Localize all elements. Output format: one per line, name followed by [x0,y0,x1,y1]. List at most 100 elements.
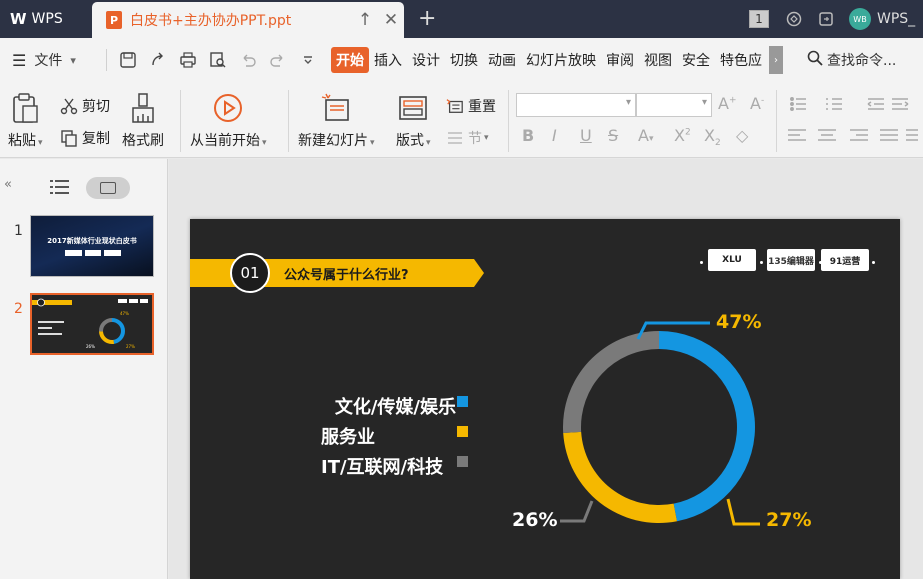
thumbnail-logos [65,250,122,256]
chevron-down-icon: ▾ [38,138,43,148]
print-icon[interactable] [173,48,203,72]
divider [288,90,289,152]
tab-review[interactable]: 审阅 [601,47,639,73]
search-icon [807,50,823,70]
strikethrough-icon[interactable]: S [608,126,618,145]
underline-icon[interactable]: U [580,126,592,145]
slide-thumbnail-1[interactable]: 1 2017新媒体行业现状白皮书 [0,215,160,279]
copy-label: 复制 [82,131,110,147]
tab-animations[interactable]: 动画 [483,47,521,73]
undo-icon[interactable] [233,48,263,72]
new-slide-button[interactable]: 新建幻灯片 ▾ [298,92,375,150]
reset-button[interactable]: 重置 [446,96,496,116]
current-slide[interactable]: 01 公众号属于什么行业? XLU 135编辑器 91运营 文化/传媒/娱乐 服… [190,219,900,579]
wps-home-tab[interactable]: W WPS [0,0,90,38]
bold-icon[interactable]: B [522,126,534,145]
font-color-icon[interactable]: A▾ [638,126,653,145]
tab-security[interactable]: 安全 [677,47,715,73]
title-bar: W WPS P 白皮书+主办协办PPT.ppt ↑ ✕ + 1 WB WPS_ [0,0,923,38]
91-yunying-logo: 91运营 [821,249,869,271]
document-tab[interactable]: P 白皮书+主办协办PPT.ppt ↑ ✕ [92,2,404,38]
layout-label: 版式 [396,133,424,149]
wps-logo-icon: W [10,10,27,28]
legend-swatch-gray [457,456,468,467]
file-menu[interactable]: ☰ 文件 ▾ [0,50,100,70]
divider [106,49,107,71]
paragraph-tools[interactable] [788,96,918,148]
divider [180,90,181,152]
layout-button[interactable]: 版式 ▾ [396,92,431,150]
legend-label-it: IT/互联网/科技 [321,453,443,479]
slides-panel-header: « [0,159,167,207]
customize-toolbar-icon[interactable] [293,48,323,72]
font-family-select[interactable] [516,93,636,117]
divider [508,90,509,152]
play-icon [212,92,244,124]
reset-icon [446,97,464,115]
tab-view[interactable]: 视图 [639,47,677,73]
data-label-it: 26% [512,509,558,531]
legend-label-service: 服务业 [321,423,375,449]
slides-panel: « 1 2017新媒体行业现状白皮书 2 47% 27% 26% [0,159,168,579]
menu-bar: ☰ 文件 ▾ 开始 插入 设计 切换 动画 幻灯片放映 审阅 视图 安全 特色应… [0,38,923,82]
save-icon[interactable] [113,48,143,72]
tab-insert[interactable]: 插入 [369,47,407,73]
legend-label-culture: 文化/传媒/娱乐 [335,393,456,419]
paste-label: 粘贴 [8,133,36,149]
user-avatar[interactable]: WB [849,8,871,30]
section-badge-number: 01 [240,264,260,282]
section-label: 节 [468,131,482,147]
copy-button[interactable]: 复制 [60,128,110,148]
export-icon[interactable] [143,48,173,72]
cut-button[interactable]: 剪切 [60,96,110,116]
svg-text:47%: 47% [120,311,129,316]
layout-icon [397,92,429,124]
pin-tab-icon[interactable]: ↑ [352,10,378,30]
share-icon[interactable] [817,10,835,28]
decrease-font-icon[interactable]: A- [750,94,764,113]
outline-view-icon[interactable] [50,179,72,195]
donut-chart [563,331,756,523]
slide-thumbnail-title: 2017新媒体行业现状白皮书 [47,237,137,245]
leader-line-service [726,498,760,526]
format-painter-label: 格式刷 [122,133,164,149]
user-name[interactable]: WPS_ [877,11,923,27]
italic-icon[interactable]: I [552,126,557,145]
superscript-icon[interactable]: X2 [674,126,691,145]
more-tabs-icon[interactable]: › [769,46,783,74]
play-from-current-button[interactable]: 从当前开始 ▾ [190,92,267,150]
slide-thumbnail-image: 2017新媒体行业现状白皮书 [30,215,154,277]
tab-home[interactable]: 开始 [331,47,369,73]
slide-number: 2 [14,301,23,317]
print-preview-icon[interactable] [203,48,233,72]
section-button[interactable]: 节 ▾ [446,128,489,148]
skin-icon[interactable] [785,10,803,28]
document-title: 白皮书+主办协办PPT.ppt [130,13,292,29]
ppt-file-icon: P [106,11,122,29]
separator-dot [872,261,875,264]
tab-features[interactable]: 特色应 [715,47,767,73]
redo-icon[interactable] [263,48,293,72]
paste-button[interactable]: 粘贴 ▾ [8,92,43,150]
thumbnail-view-toggle[interactable] [86,177,130,199]
format-painter-button[interactable]: 格式刷 [122,92,164,150]
donut-slice-culture [659,331,756,522]
titlebar-right: 1 WB WPS_ [749,0,923,38]
clear-format-icon[interactable]: ◇ [736,126,748,145]
increase-font-icon[interactable]: A+ [718,94,737,113]
subscript-icon[interactable]: X2 [704,126,721,148]
tab-transitions[interactable]: 切换 [445,47,483,73]
font-size-select[interactable] [636,93,712,117]
collapse-panel-icon[interactable]: « [4,177,12,192]
donut-slice-it [563,331,659,434]
slide-thumbnail-2[interactable]: 2 47% 27% 26% [0,293,160,357]
new-tab-icon[interactable]: + [418,6,436,31]
tab-slideshow[interactable]: 幻灯片放映 [521,47,601,73]
ribbon-tabs: 开始 插入 设计 切换 动画 幻灯片放映 审阅 视图 安全 特色应 › [331,46,783,74]
tab-design[interactable]: 设计 [407,47,445,73]
slide-thumbnail-image: 47% 27% 26% [30,293,154,355]
window-count-badge[interactable]: 1 [749,10,769,28]
legend-text: 文化/传媒/娱乐 [334,397,456,418]
command-search[interactable]: 查找命令... [807,50,896,70]
close-tab-icon[interactable]: ✕ [378,10,404,30]
